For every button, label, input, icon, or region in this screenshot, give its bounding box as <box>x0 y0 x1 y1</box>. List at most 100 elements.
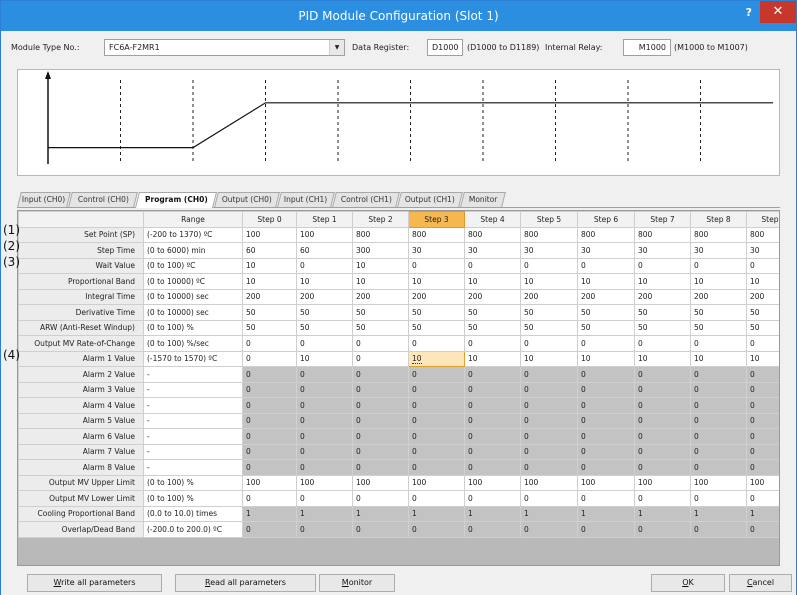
step-value-cell[interactable]: 0 <box>242 490 297 507</box>
step-value-cell[interactable]: 10 <box>634 273 691 290</box>
step-value-cell[interactable]: 0 <box>296 381 353 398</box>
help-icon[interactable]: ? <box>746 6 752 19</box>
step-value-cell[interactable]: 0 <box>242 397 297 414</box>
step-value-cell[interactable]: 0 <box>690 490 747 507</box>
tab-program-ch0[interactable]: Program (CH0) <box>135 192 217 208</box>
step-value-cell[interactable]: 0 <box>577 459 635 476</box>
step-value-cell[interactable]: 0 <box>296 257 353 274</box>
step-value-cell[interactable]: 10 <box>464 273 521 290</box>
step-value-cell[interactable]: 0 <box>464 459 521 476</box>
step-value-cell[interactable]: 30 <box>690 242 747 259</box>
step-value-cell[interactable]: 0 <box>634 521 691 538</box>
step-value-cell[interactable]: 1 <box>746 505 779 522</box>
step-value-cell[interactable]: 0 <box>408 397 465 414</box>
step-value-cell[interactable]: 100 <box>352 474 409 491</box>
step-value-cell[interactable]: 100 <box>296 474 353 491</box>
step-value-cell[interactable]: 50 <box>296 319 353 336</box>
step-value-cell[interactable]: 0 <box>352 350 409 367</box>
step-value-cell[interactable]: 50 <box>352 304 409 321</box>
step-value-cell[interactable]: 0 <box>242 366 297 383</box>
step-value-cell[interactable]: 50 <box>746 319 779 336</box>
step-value-cell[interactable]: 200 <box>296 288 353 305</box>
step-value-cell[interactable]: 0 <box>408 335 465 352</box>
step-value-cell[interactable]: 0 <box>746 443 779 460</box>
step-value-cell[interactable]: 0 <box>577 443 635 460</box>
step-value-cell[interactable]: 30 <box>746 242 779 259</box>
step-value-cell[interactable]: 0 <box>577 366 635 383</box>
step-value-cell[interactable]: 1 <box>408 505 465 522</box>
step-value-cell[interactable]: 0 <box>690 459 747 476</box>
step-value-cell[interactable]: 50 <box>690 304 747 321</box>
step-value-cell[interactable]: 0 <box>464 381 521 398</box>
step-value-cell[interactable]: 0 <box>746 335 779 352</box>
step-value-cell[interactable]: 0 <box>577 335 635 352</box>
step-value-cell[interactable]: 100 <box>242 226 297 243</box>
close-button[interactable]: ✕ <box>760 1 796 23</box>
step-value-cell[interactable]: 0 <box>634 366 691 383</box>
step-value-cell[interactable]: 0 <box>520 459 578 476</box>
step-value-cell[interactable]: 0 <box>296 412 353 429</box>
step-value-cell[interactable]: 1 <box>520 505 578 522</box>
step-value-cell[interactable]: 800 <box>464 226 521 243</box>
step-value-cell[interactable]: 0 <box>577 521 635 538</box>
step-value-cell[interactable]: 0 <box>746 428 779 445</box>
step-column-header[interactable]: Step 2 <box>352 211 409 228</box>
internal-relay-input[interactable]: M1000 <box>623 39 671 56</box>
step-column-header[interactable]: Step 1 <box>296 211 353 228</box>
step-value-cell[interactable]: 200 <box>520 288 578 305</box>
step-value-cell[interactable]: 0 <box>296 366 353 383</box>
step-value-cell[interactable]: 50 <box>520 319 578 336</box>
step-value-cell[interactable]: 0 <box>577 397 635 414</box>
step-value-cell[interactable]: 10 <box>408 273 465 290</box>
step-column-header[interactable]: Step 3 <box>408 211 465 228</box>
chevron-down-icon[interactable]: ▼ <box>329 40 344 55</box>
step-value-cell[interactable]: 0 <box>634 490 691 507</box>
step-value-cell[interactable]: 0 <box>746 257 779 274</box>
step-value-cell[interactable]: 0 <box>520 412 578 429</box>
step-value-cell[interactable]: 30 <box>464 242 521 259</box>
step-value-cell[interactable]: 0 <box>634 459 691 476</box>
step-value-cell[interactable]: 0 <box>352 381 409 398</box>
step-value-cell[interactable]: 800 <box>634 226 691 243</box>
step-value-cell[interactable]: 0 <box>296 397 353 414</box>
step-value-cell[interactable]: 0 <box>690 381 747 398</box>
step-value-cell[interactable]: 10 <box>296 273 353 290</box>
tab-control-ch1[interactable]: Control (CH1) <box>332 192 400 207</box>
step-value-cell[interactable]: 50 <box>352 319 409 336</box>
step-value-cell[interactable]: 0 <box>352 521 409 538</box>
step-value-cell[interactable]: 0 <box>352 412 409 429</box>
step-value-cell[interactable]: 10 <box>577 273 635 290</box>
step-column-header[interactable]: Step 6 <box>577 211 635 228</box>
step-value-cell[interactable]: 0 <box>577 490 635 507</box>
step-column-header[interactable]: Step 0 <box>242 211 297 228</box>
step-value-cell[interactable]: 60 <box>296 242 353 259</box>
step-value-cell[interactable]: 0 <box>242 459 297 476</box>
step-value-cell[interactable]: 200 <box>464 288 521 305</box>
step-value-cell[interactable]: 0 <box>242 335 297 352</box>
step-value-cell[interactable]: 10 <box>242 257 297 274</box>
step-value-cell[interactable]: 100 <box>577 474 635 491</box>
step-value-cell[interactable]: 50 <box>634 319 691 336</box>
data-register-input[interactable]: D1000 <box>427 39 463 56</box>
step-column-header[interactable]: Step 5 <box>520 211 578 228</box>
step-value-cell[interactable]: 0 <box>242 381 297 398</box>
step-value-cell[interactable]: 30 <box>634 242 691 259</box>
tab-control-ch0[interactable]: Control (CH0) <box>68 192 138 207</box>
step-value-cell[interactable]: 50 <box>634 304 691 321</box>
step-value-cell[interactable]: 0 <box>242 412 297 429</box>
step-value-cell[interactable]: 200 <box>577 288 635 305</box>
step-value-cell[interactable]: 30 <box>577 242 635 259</box>
step-value-cell[interactable]: 0 <box>464 521 521 538</box>
step-value-cell[interactable]: 100 <box>408 474 465 491</box>
step-value-cell[interactable]: 200 <box>242 288 297 305</box>
step-value-cell[interactable]: 200 <box>634 288 691 305</box>
step-value-cell[interactable]: 0 <box>746 381 779 398</box>
tab-input-ch0[interactable]: Input (CH0) <box>17 192 71 207</box>
step-value-cell[interactable]: 0 <box>242 350 297 367</box>
step-value-cell[interactable]: 1 <box>352 505 409 522</box>
write-all-parameters-button[interactable]: Write all parameters <box>27 574 162 592</box>
step-value-cell[interactable]: 0 <box>520 366 578 383</box>
step-value-cell[interactable]: 0 <box>408 443 465 460</box>
step-value-cell[interactable]: 100 <box>634 474 691 491</box>
step-value-cell[interactable]: 0 <box>520 381 578 398</box>
